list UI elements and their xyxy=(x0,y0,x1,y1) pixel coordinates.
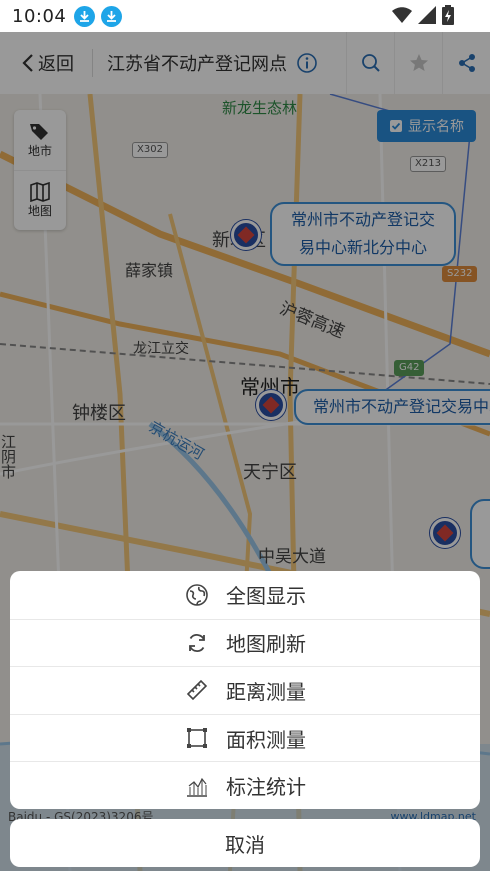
menu-item-label: 地图刷新 xyxy=(226,632,306,657)
area-icon xyxy=(184,725,210,751)
chart-icon xyxy=(184,773,210,799)
cancel-button[interactable]: 取消 xyxy=(10,819,480,867)
menu-item-distance[interactable]: 距离测量 xyxy=(10,666,480,714)
menu-item-full-view[interactable]: 全图显示 xyxy=(10,571,480,619)
battery-icon xyxy=(442,5,454,25)
menu-item-label: 标注统计 xyxy=(226,775,306,800)
menu-item-label: 面积测量 xyxy=(226,727,306,752)
menu-item-refresh[interactable]: 地图刷新 xyxy=(10,618,480,667)
status-time: 10:04 xyxy=(12,5,67,27)
refresh-icon xyxy=(184,630,210,656)
menu-item-label: 全图显示 xyxy=(226,584,306,609)
download-icon xyxy=(74,5,96,27)
status-bar: 10:04 xyxy=(0,0,490,32)
signal-icon xyxy=(418,6,436,24)
ruler-icon xyxy=(184,677,210,703)
menu-item-area[interactable]: 面积测量 xyxy=(10,713,480,762)
menu-item-label: 距离测量 xyxy=(226,679,306,704)
globe-icon xyxy=(184,582,210,608)
wifi-icon xyxy=(392,7,412,23)
action-sheet: 全图显示 地图刷新 距离测量 面积测量 标注统计 xyxy=(10,571,480,809)
download-icon xyxy=(101,5,123,27)
menu-item-stats[interactable]: 标注统计 xyxy=(10,761,480,809)
